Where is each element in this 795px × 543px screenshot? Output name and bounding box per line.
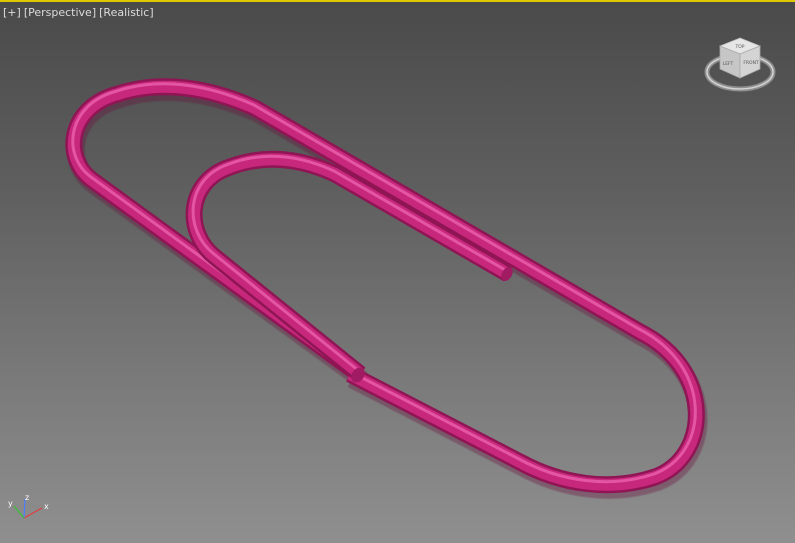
paperclip-outer-loop <box>65 78 708 499</box>
viewport-label-menu: + Perspective Realistic <box>3 6 154 19</box>
viewcube-front-face[interactable]: FRONT <box>743 60 759 66</box>
perspective-viewport[interactable]: + Perspective Realistic TOP LEFT FRONT x… <box>0 0 795 543</box>
scene-canvas[interactable] <box>0 2 795 543</box>
paperclip-model[interactable] <box>65 78 708 499</box>
viewport-shading-menu[interactable]: Realistic <box>99 6 154 19</box>
viewcube-top-face[interactable]: TOP <box>734 44 744 50</box>
viewport-view-menu[interactable]: Perspective <box>24 6 96 19</box>
paperclip-inner-loop <box>185 150 513 381</box>
axis-x-label: x <box>44 502 49 511</box>
axis-tripod: x y z <box>8 493 49 519</box>
viewport-general-menu[interactable]: + <box>3 6 21 19</box>
viewcube-left-face[interactable]: LEFT <box>723 61 734 67</box>
axis-y-label: y <box>8 499 13 508</box>
viewcube[interactable]: TOP LEFT FRONT <box>704 36 776 98</box>
axis-z-label: z <box>25 493 29 502</box>
